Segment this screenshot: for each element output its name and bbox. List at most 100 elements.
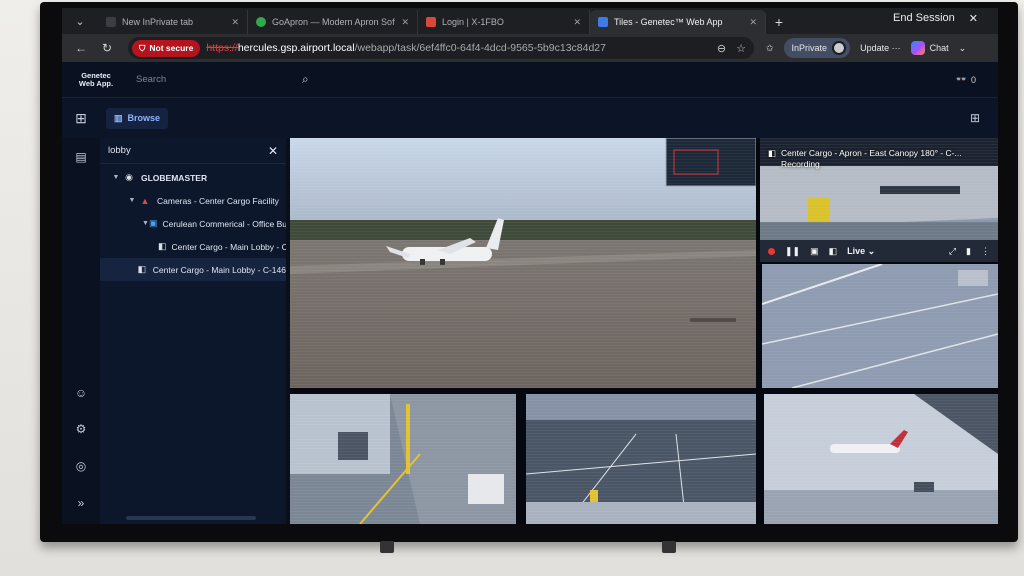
address-bar-row: ← ↻ ⛉ Not secure https://hercules.gsp.ai… [62, 34, 998, 62]
snapshot-icon[interactable]: ▣ [810, 246, 819, 257]
header-monitoring[interactable]: 👓 0 [956, 74, 976, 85]
left-rail: ▤ ☺ ⚙ ◎ » [62, 138, 100, 524]
tree-node-label: Cameras - Center Cargo Facility [157, 195, 279, 206]
tab-close-icon[interactable]: ✕ [231, 17, 239, 28]
globe-icon: ◉ [125, 172, 133, 182]
ramp-jet-feed [764, 394, 998, 524]
browse-tab[interactable]: ▥ Browse [106, 107, 169, 129]
tree-node-list: ▼ ◉ GLOBEMASTER ▼ ▲ Cameras - Center Cargo Fa… [100, 164, 286, 281]
apron-markings-feed [762, 264, 998, 388]
browser-window: ⌄ New InPrivate tab ✕ GoApron — Modern A… [62, 8, 998, 524]
live-mode-dropdown[interactable]: Live ⌄ [847, 246, 875, 257]
tree-node[interactable]: ◧ Center Cargo - Main Lobby - C-146 [100, 235, 286, 258]
building-icon: ▥ [114, 112, 123, 123]
tv-mount-left [380, 541, 394, 553]
apron-wide-feed [290, 138, 756, 388]
tree-node[interactable]: ▼ ▲ Cameras - Center Cargo Facility [100, 189, 286, 212]
tab-goapron[interactable]: GoApron — Modern Apron Software ✕ [248, 10, 418, 34]
camera-group-icon: ▲ [140, 195, 150, 206]
tab-x1fbo-login[interactable]: Login | X-1FBO ✕ [418, 10, 590, 34]
tree-node[interactable]: ▼▣ Cerulean Commerical - Office Building [100, 212, 286, 235]
tree-scrollbar[interactable] [126, 516, 256, 520]
warning-shield-icon: ⛉ [139, 42, 146, 53]
user-account-icon[interactable]: ◎ [62, 459, 100, 473]
tree-node-label: Center Cargo - Main Lobby - C-146 [152, 264, 286, 275]
pause-icon[interactable]: ❚❚ [785, 246, 800, 257]
search-input[interactable]: Search [136, 74, 296, 85]
expand-caret-icon[interactable]: ▼ [126, 197, 138, 204]
video-tile-warehouse-dock[interactable] [290, 394, 516, 524]
update-button[interactable]: Update ··· [860, 43, 901, 53]
dashboard-icon[interactable]: ▤ [62, 150, 100, 164]
expand-caret-icon[interactable]: ▼ [142, 220, 149, 227]
playback-controls: ❚❚ ▣ ◧ Live ⌄ ⤢ ▮ ⋮ [760, 240, 998, 262]
inprivate-profile-button[interactable]: InPrivate [783, 38, 851, 58]
tab-close-icon[interactable]: ✕ [749, 17, 757, 28]
favorites-icon[interactable]: ✩ [766, 43, 774, 54]
featured-tile-title: ◧ Center Cargo - Apron - East Canopy 180… [768, 148, 962, 169]
binoculars-icon: 👓 [955, 74, 967, 84]
new-tab-button[interactable]: + [766, 10, 792, 34]
url-text[interactable]: https://hercules.gsp.airport.local/webap… [206, 42, 606, 54]
tree-node-label: Center Cargo - Main Lobby - C-146 [171, 241, 286, 252]
expand-icon[interactable]: ⤢ [949, 246, 956, 257]
tab-strip: ⌄ New InPrivate tab ✕ GoApron — Modern A… [62, 8, 998, 34]
tab-list-chevron-icon[interactable]: ⌄ [62, 8, 98, 34]
clear-search-icon[interactable]: ✕ [268, 144, 278, 158]
tab-new-inprivate[interactable]: New InPrivate tab ✕ [98, 10, 248, 34]
tab-close-icon[interactable]: ✕ [401, 17, 409, 28]
genetec-logo: Genetec Web App. [78, 70, 114, 88]
camera-info-icon[interactable]: ◧ [829, 246, 838, 257]
end-session-close-icon[interactable]: ✕ [969, 12, 978, 25]
address-bar[interactable]: ⛉ Not secure https://hercules.gsp.airpor… [128, 37, 754, 59]
tree-search-field[interactable]: lobby ✕ [100, 138, 286, 164]
app-header: Genetec Web App. Search ⌕ 👓 0 [62, 62, 998, 98]
tree-node-label: GLOBEMASTER [141, 172, 208, 183]
warehouse-dock-feed [290, 394, 516, 524]
goapron-favicon-icon [256, 17, 266, 27]
video-tile-apron-wide[interactable] [290, 138, 756, 388]
chevron-down-icon[interactable]: ⌄ [959, 43, 967, 54]
video-tile-east-canopy[interactable]: ◧ Center Cargo - Apron - East Canopy 180… [760, 138, 998, 262]
app-grid-icon[interactable]: ⊞ [62, 110, 100, 127]
settings-gear-icon[interactable]: ⚙ [62, 422, 100, 436]
building-icon: ▣ [148, 218, 158, 228]
entity-tree-panel: lobby ✕ ▼ ◉ GLOBEMASTER ▼ ▲ Cameras - Center … [100, 138, 286, 524]
expand-caret-icon[interactable]: ▼ [110, 174, 122, 181]
search-icon[interactable]: ⌕ [302, 72, 309, 87]
genetec-favicon-icon [598, 17, 608, 27]
tree-node[interactable]: ◧ Center Cargo - Main Lobby - C-146 [100, 258, 286, 281]
header-count: 0 [970, 74, 976, 85]
tree-node-label: Cerulean Commerical - Office Building [162, 218, 286, 229]
expand-chevron-icon[interactable]: » [62, 496, 100, 510]
tab-close-icon[interactable]: ✕ [573, 17, 581, 28]
tab-genetec-tiles[interactable]: Tiles - Genetec™ Web App ✕ [590, 10, 766, 34]
video-tiles: ◧ Center Cargo - Apron - East Canopy 180… [290, 138, 998, 524]
task-toolbar: ⊞ ▥ Browse ⊞ [62, 98, 998, 138]
recording-indicator-icon [768, 247, 775, 255]
reload-icon[interactable]: ↻ [94, 41, 120, 55]
chat-button[interactable]: Chat [910, 41, 949, 55]
video-tile-hangar-floor[interactable] [526, 394, 756, 524]
end-session: End Session ✕ [893, 12, 978, 25]
favorite-star-icon[interactable]: ☆ [736, 42, 746, 55]
back-arrow-icon[interactable]: ← [68, 41, 94, 55]
camera-icon: ◧ [137, 264, 147, 274]
more-options-icon[interactable]: ⋮ [981, 246, 990, 257]
camera-icon: ◧ [158, 241, 167, 251]
tree-node[interactable]: ▼ ◉ GLOBEMASTER [100, 166, 286, 189]
hangar-floor-feed [526, 394, 756, 524]
tv-mount-right [662, 541, 676, 553]
tile-layout-icon[interactable]: ⊞ [970, 111, 980, 125]
video-tile-apron-markings[interactable] [762, 264, 998, 388]
bookmark-icon[interactable]: ▮ [966, 246, 971, 257]
copilot-icon [910, 41, 925, 55]
profile-avatar [832, 41, 847, 55]
feedback-icon[interactable]: ☺ [62, 386, 100, 400]
end-session-button[interactable]: End Session [893, 12, 955, 25]
video-tile-ramp-jet[interactable] [764, 394, 998, 524]
x1fbo-favicon-icon [426, 17, 436, 27]
zoom-icon[interactable]: ⊖ [717, 42, 726, 55]
tab-favicon-icon [106, 17, 116, 27]
not-secure-badge[interactable]: ⛉ Not secure [132, 39, 201, 57]
